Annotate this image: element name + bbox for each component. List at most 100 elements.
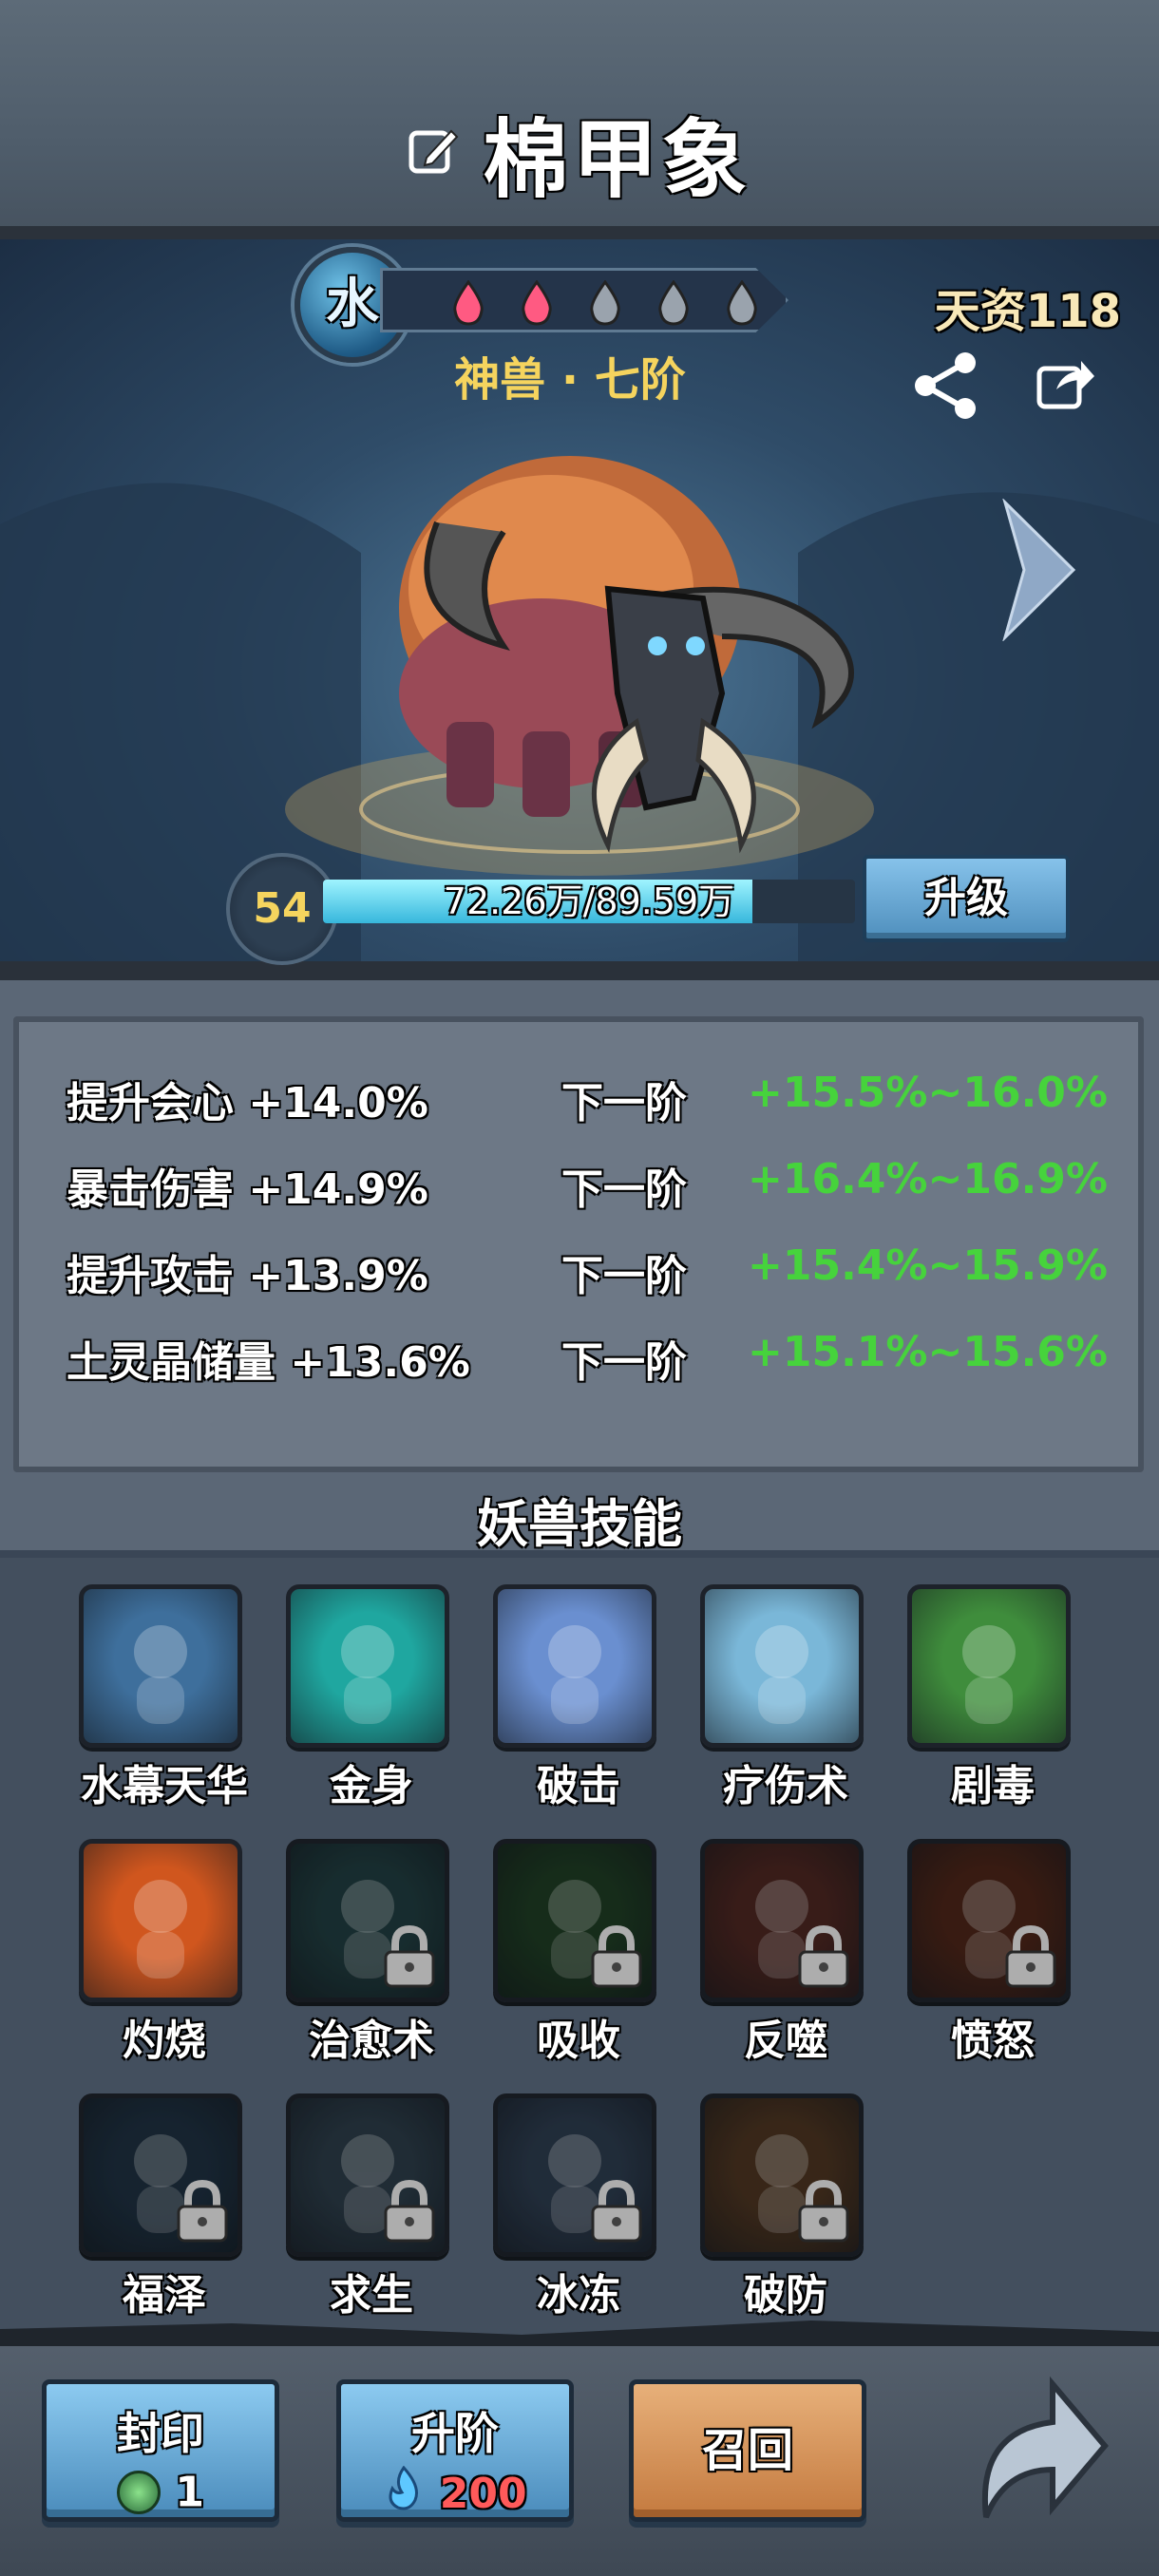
skill-item[interactable]: 破击 [493, 1584, 664, 1812]
skill-item[interactable]: 求生 [286, 2093, 457, 2321]
exp-progress-text: 72.26万/89.59万 [443, 881, 735, 922]
rank-label: 神兽 · 七阶 [454, 353, 686, 407]
upgrade-button[interactable]: 升级 [863, 855, 1070, 942]
skill-item[interactable]: 吸收 [493, 1839, 664, 2067]
exp-progress-bar: 72.26万/89.59万 [323, 880, 855, 923]
skill-icon [286, 2093, 449, 2257]
stat-next-label: 下一阶 [561, 1338, 687, 1387]
skill-name: 剧毒 [951, 1762, 1035, 1810]
star-drop-filled-icon [518, 279, 556, 326]
stat-next-range: +16.4%~16.9% [747, 1155, 1108, 1203]
skill-name: 灼烧 [123, 2017, 206, 2065]
title-group: 棉甲象 [0, 90, 1159, 214]
skill-icon [700, 1839, 864, 2002]
stat-row: 提升会心 +14.0% 下一阶 +15.5%~16.0% [53, 1069, 1108, 1135]
skill-item[interactable]: 破防 [700, 2093, 871, 2321]
stat-current: 暴击伤害 +14.9% [66, 1165, 428, 1214]
skill-icon [286, 1839, 449, 2002]
next-beast-arrow-icon[interactable] [999, 497, 1079, 645]
seal-cost: 1 [47, 2466, 275, 2517]
skill-name: 金身 [330, 1762, 413, 1810]
skill-item[interactable]: 水幕天华 [79, 1584, 250, 1812]
skill-icon [907, 1839, 1071, 2002]
stat-current: 提升会心 +14.0% [66, 1079, 428, 1127]
advance-cost: 200 [341, 2465, 569, 2522]
skills-section-title: 妖兽技能 [477, 1494, 682, 1554]
skill-item[interactable]: 治愈术 [286, 1839, 457, 2067]
skill-icon [79, 1839, 242, 2002]
skill-name: 福泽 [123, 2271, 206, 2320]
mammoth-beast-illustration [361, 446, 912, 859]
skill-icon [700, 1584, 864, 1748]
skill-item[interactable]: 疗伤术 [700, 1584, 871, 1812]
skill-icon [493, 1839, 656, 2002]
lock-icon [796, 2179, 851, 2246]
skill-name: 吸收 [537, 2017, 620, 2065]
skill-name: 愤怒 [951, 2017, 1035, 2065]
skill-item[interactable]: 金身 [286, 1584, 457, 1812]
beast-name-title: 棉甲象 [483, 110, 751, 210]
skill-name: 治愈术 [309, 2017, 434, 2065]
share-icon[interactable] [910, 350, 982, 426]
soul-flame-icon [383, 2465, 425, 2522]
skill-icon [493, 2093, 656, 2257]
stat-next-label: 下一阶 [561, 1252, 687, 1300]
skill-name: 破击 [537, 1762, 620, 1810]
stat-next-range: +15.1%~15.6% [747, 1328, 1108, 1376]
star-drop-empty-icon [586, 279, 624, 326]
stat-current: 提升攻击 +13.9% [66, 1252, 428, 1300]
seal-cost-value: 1 [175, 2468, 204, 2517]
seal-button[interactable]: 封印 1 [42, 2379, 279, 2522]
return-arrow-icon[interactable] [967, 2375, 1110, 2530]
lock-icon [589, 1924, 644, 1992]
seal-button-label: 封印 [117, 2408, 204, 2459]
skill-item[interactable]: 灼烧 [79, 1839, 250, 2067]
rename-edit-icon[interactable] [408, 123, 461, 180]
skill-icon [286, 1584, 449, 1748]
star-drop-empty-icon [723, 279, 761, 326]
lock-icon [589, 2179, 644, 2246]
stat-next-label: 下一阶 [561, 1079, 687, 1127]
skill-icon [907, 1584, 1071, 1748]
lock-icon [175, 2179, 230, 2246]
skill-name: 破防 [744, 2271, 827, 2320]
advance-button-label: 升阶 [411, 2408, 499, 2459]
spirit-orb-icon [117, 2471, 162, 2514]
skill-item[interactable]: 福泽 [79, 2093, 250, 2321]
star-rating-bar [380, 268, 788, 332]
skill-name: 求生 [330, 2271, 413, 2320]
export-icon[interactable] [1036, 355, 1096, 416]
advance-cost-value: 200 [439, 2470, 527, 2518]
skill-name: 冰冻 [537, 2271, 620, 2320]
star-drop-filled-icon [449, 279, 487, 326]
skill-icon [700, 2093, 864, 2257]
lock-icon [796, 1924, 851, 1992]
recall-button-label: 召回 [701, 2424, 793, 2477]
scene-frame-divider [0, 961, 1159, 980]
skill-name: 反噬 [744, 2017, 827, 2065]
level-value: 54 [253, 884, 312, 933]
stat-row: 提升攻击 +13.9% 下一阶 +15.4%~15.9% [53, 1241, 1108, 1308]
stat-next-label: 下一阶 [561, 1165, 687, 1214]
skill-icon [493, 1584, 656, 1748]
stat-row: 暴击伤害 +14.9% 下一阶 +16.4%~16.9% [53, 1155, 1108, 1222]
skill-name: 水幕天华 [81, 1762, 248, 1810]
level-badge: 54 [226, 853, 338, 965]
skill-item[interactable]: 冰冻 [493, 2093, 664, 2321]
talent-value: 天资118 [934, 285, 1121, 338]
skill-icon [79, 1584, 242, 1748]
stat-current: 土灵晶储量 +13.6% [66, 1338, 470, 1387]
lock-icon [1003, 1924, 1058, 1992]
skill-item[interactable]: 剧毒 [907, 1584, 1078, 1812]
lock-icon [382, 2179, 437, 2246]
lock-icon [382, 1924, 437, 1992]
stat-row: 土灵晶储量 +13.6% 下一阶 +15.1%~15.6% [53, 1328, 1108, 1394]
skill-icon [79, 2093, 242, 2257]
skill-name: 疗伤术 [723, 1762, 848, 1810]
advance-button[interactable]: 升阶 200 [336, 2379, 574, 2522]
star-drop-empty-icon [655, 279, 693, 326]
skill-item[interactable]: 愤怒 [907, 1839, 1078, 2067]
stat-next-range: +15.5%~16.0% [747, 1069, 1108, 1117]
recall-button[interactable]: 召回 [629, 2379, 866, 2522]
skill-item[interactable]: 反噬 [700, 1839, 871, 2067]
